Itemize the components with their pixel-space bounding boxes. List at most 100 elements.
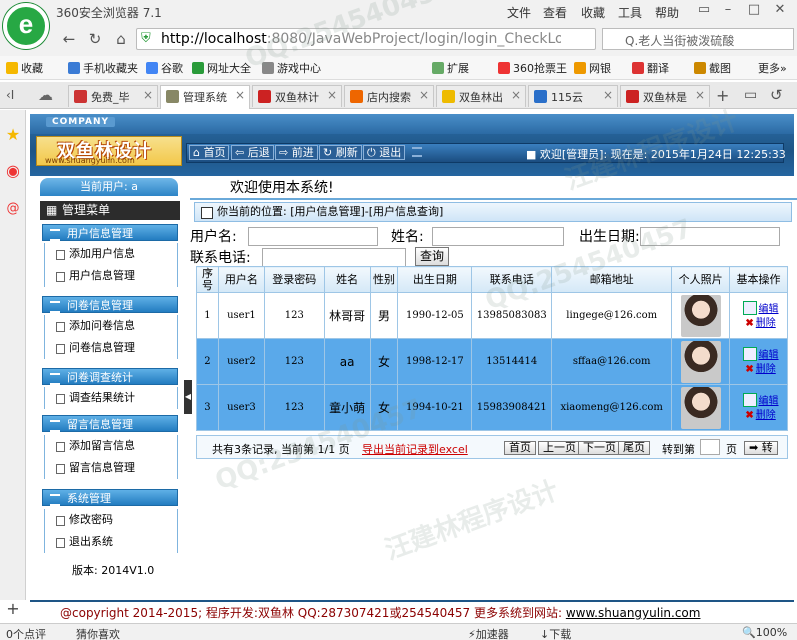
edit-link[interactable]: 编辑 [759, 350, 779, 361]
tab-close-icon[interactable]: × [695, 88, 705, 102]
group-questionnaire[interactable]: 问卷信息管理 [42, 296, 178, 313]
fav-screenshot[interactable]: 截图 [694, 60, 731, 76]
search-box[interactable]: Q.老人当街被泼硫酸 [602, 28, 794, 50]
close-window-icon[interactable]: ✕ [772, 2, 788, 18]
name-input[interactable] [432, 227, 564, 246]
back-icon[interactable]: ← [60, 30, 78, 48]
menu-add-questionnaire[interactable]: 添加问卷信息 [44, 315, 178, 337]
group-user-info[interactable]: 用户信息管理 [42, 224, 178, 241]
fav-bank[interactable]: 网银 [574, 60, 611, 76]
weibo-icon[interactable]: ◉ [2, 160, 24, 182]
menu-manage-questionnaire[interactable]: 问卷信息管理 [44, 337, 178, 359]
tab-list-icon[interactable]: ▭ [744, 87, 757, 103]
menu-add-user[interactable]: 添加用户信息 [44, 243, 178, 265]
tab-5[interactable]: 双鱼林出 × [436, 85, 526, 107]
menu-exit-system[interactable]: 退出系统 [44, 531, 178, 553]
footer: @copyright 2014-2015; 程序开发:双鱼林 QQ:287307… [30, 600, 794, 623]
fav-collect[interactable]: 收藏 [6, 60, 43, 76]
collapse-sidebar-icon[interactable]: ◀ [184, 380, 192, 414]
status-comments[interactable]: 0个点评 [6, 626, 46, 640]
app-header-top [30, 114, 794, 134]
query-button[interactable]: 查询 [415, 247, 449, 266]
go-button[interactable]: ➡ 转 [744, 441, 778, 455]
menu-manage-message[interactable]: 留言信息管理 [44, 457, 178, 479]
menu-tools[interactable]: 工具 [618, 4, 642, 21]
cell-photo [671, 384, 731, 431]
tab-close-icon[interactable]: × [327, 88, 337, 102]
fav-hao[interactable]: 网址大全 [192, 60, 251, 76]
address-bar[interactable]: ⛨ http://localhost:8080/JavaWebProject/l… [136, 28, 596, 50]
edit-link[interactable]: 编辑 [759, 396, 779, 407]
menu-file[interactable]: 文件 [507, 4, 531, 21]
status-accelerator[interactable]: ⚡加速器 [468, 626, 509, 640]
nav-forward-button[interactable]: ⇨ 前进 [275, 145, 318, 160]
home-icon[interactable]: ⌂ [112, 30, 130, 48]
tab-1[interactable]: 免费_毕 × [68, 85, 158, 107]
status-download[interactable]: ↓下载 [540, 626, 571, 640]
delete-link[interactable]: 删除 [756, 318, 776, 329]
menu-view[interactable]: 查看 [543, 4, 567, 21]
menu-favorites[interactable]: 收藏 [581, 4, 605, 21]
tab-3[interactable]: 双鱼林计 × [252, 85, 342, 107]
col-password: 登录密码 [263, 266, 325, 293]
username-input[interactable] [248, 227, 378, 246]
menu-manage-user[interactable]: 用户信息管理 [44, 265, 178, 287]
goto-page-input[interactable] [700, 439, 720, 455]
tab-close-icon[interactable]: × [235, 88, 245, 102]
status-recommend[interactable]: 猜你喜欢 [76, 626, 120, 640]
maximize-icon[interactable]: □ [746, 2, 762, 18]
tab-close-icon[interactable]: × [511, 88, 521, 102]
nav-back-button[interactable]: ⇦ 后退 [231, 145, 274, 160]
cell-actions: 编辑 ✖ 删除 [729, 384, 788, 431]
first-page-button[interactable]: 首页 [504, 441, 536, 455]
nav-logout-button[interactable]: ⏻ 退出 [363, 145, 406, 160]
edit-link[interactable]: 编辑 [759, 304, 779, 315]
skin-icon[interactable]: ▭ [696, 2, 712, 18]
fav-tickets[interactable]: 360抢票王 [498, 60, 567, 76]
browser-logo-icon: e [3, 3, 49, 49]
delete-link[interactable]: 删除 [756, 410, 776, 421]
tab-4[interactable]: 店内搜索 × [344, 85, 434, 107]
export-excel-link[interactable]: 导出当前记录到excel [362, 441, 468, 457]
cloud-icon[interactable]: ☁ [38, 86, 53, 104]
tab-close-icon[interactable]: × [419, 88, 429, 102]
nav-home-button[interactable]: ⌂ 首页 [189, 145, 230, 160]
new-tab-icon[interactable]: + [716, 86, 729, 105]
mail-icon[interactable]: @ [2, 198, 24, 220]
group-survey-stats[interactable]: 问卷调查统计 [42, 368, 178, 385]
tab-6[interactable]: 115云 × [528, 85, 618, 107]
next-page-button[interactable]: 下一页 [578, 441, 621, 455]
birth-input[interactable] [640, 227, 780, 246]
phone-input[interactable] [262, 248, 406, 267]
status-zoom[interactable]: 🔍100% [742, 626, 787, 639]
star-icon [6, 62, 18, 74]
group-system[interactable]: 系统管理 [42, 489, 178, 506]
menu-add-message[interactable]: 添加留言信息 [44, 435, 178, 457]
fav-google[interactable]: 谷歌 [146, 60, 183, 76]
tab-close-icon[interactable]: × [143, 88, 153, 102]
search-input[interactable]: Q.老人当街被泼硫酸 [625, 32, 734, 49]
undo-close-icon[interactable]: ↺ [770, 86, 783, 104]
menu-help[interactable]: 帮助 [655, 4, 679, 21]
minimize-icon[interactable]: – [720, 2, 736, 18]
tab-scroll-left-icon[interactable]: ‹I [6, 88, 14, 102]
add-sidebar-icon[interactable]: + [2, 598, 24, 620]
site-link[interactable]: www.shuangyulin.com [566, 606, 701, 620]
reload-icon[interactable]: ↻ [86, 30, 104, 48]
nav-refresh-button[interactable]: ↻ 刷新 [319, 145, 362, 160]
fav-mobile[interactable]: 手机收藏夹 [68, 60, 138, 76]
fav-more[interactable]: 更多» [758, 60, 787, 76]
favorites-star-icon[interactable]: ★ [2, 124, 24, 146]
tab-2[interactable]: 管理系统 × [160, 85, 250, 109]
prev-page-button[interactable]: 上一页 [538, 441, 581, 455]
last-page-button[interactable]: 尾页 [618, 441, 650, 455]
tab-close-icon[interactable]: × [603, 88, 613, 102]
delete-link[interactable]: 删除 [756, 364, 776, 375]
fav-translate[interactable]: 翻译 [632, 60, 669, 76]
menu-survey-result[interactable]: 调查结果统计 [44, 387, 178, 409]
group-message[interactable]: 留言信息管理 [42, 415, 178, 432]
menu-change-password[interactable]: 修改密码 [44, 509, 178, 531]
fav-games[interactable]: 游戏中心 [262, 60, 321, 76]
fav-extensions[interactable]: 扩展 [432, 60, 469, 76]
tab-7[interactable]: 双鱼林是 × [620, 85, 710, 107]
